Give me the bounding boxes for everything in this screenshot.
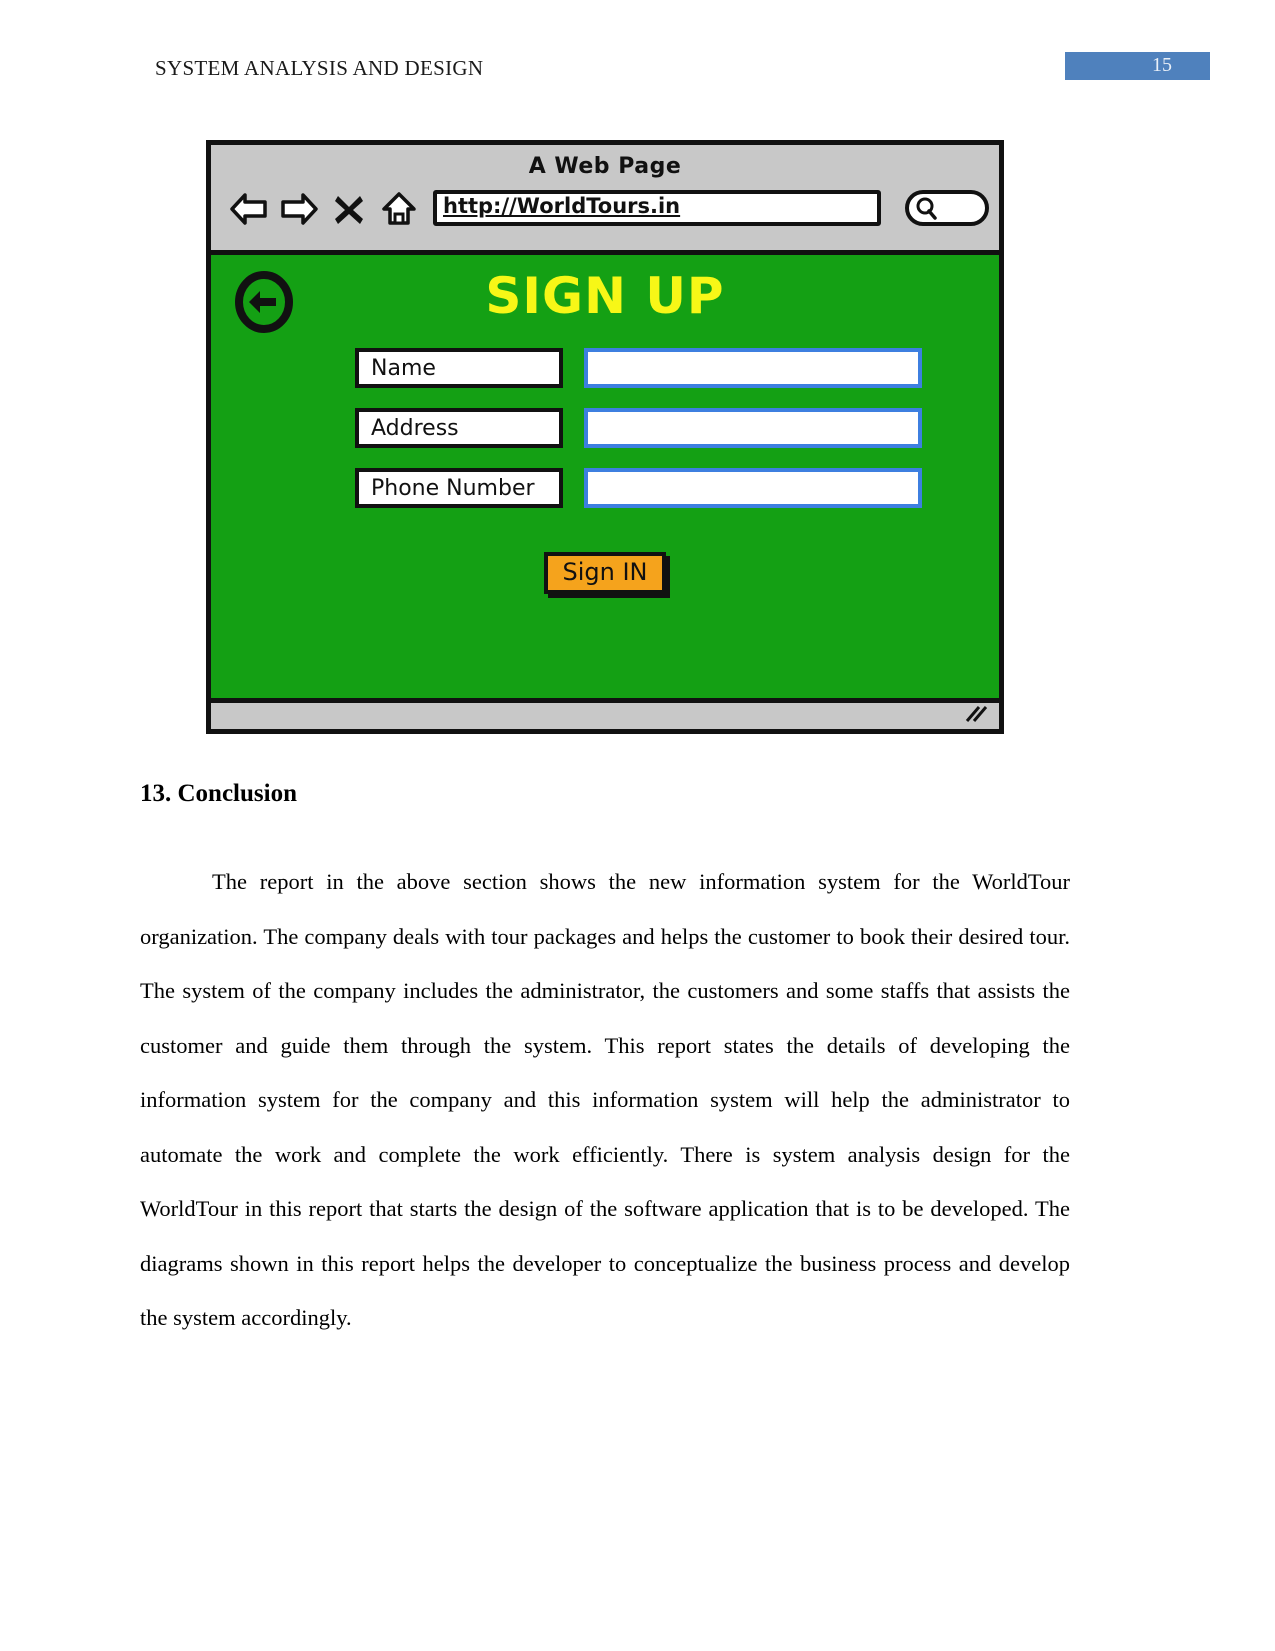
browser-statusbar [211, 703, 999, 729]
url-text: http://WorldTours.in [443, 194, 681, 218]
address-input[interactable] [584, 408, 922, 448]
page-number: 15 [1152, 54, 1172, 76]
form-row: Address [211, 408, 999, 448]
page-title: SIGN UP [485, 267, 725, 325]
search-input[interactable] [905, 190, 989, 226]
browser-viewport: SIGN UP Name Address Phone Number Sign I… [211, 250, 999, 703]
resize-grip-icon[interactable] [963, 705, 989, 730]
back-arrow-icon[interactable] [229, 189, 269, 229]
phone-number-label: Phone Number [355, 468, 563, 508]
name-label: Name [355, 348, 563, 388]
section-heading: 13. Conclusion [140, 780, 297, 807]
browser-window-title: A Web Page [528, 154, 682, 179]
url-bar[interactable]: http://WorldTours.in [433, 190, 881, 226]
close-x-icon[interactable] [329, 189, 369, 229]
name-input[interactable] [584, 348, 922, 388]
header-title: SYSTEM ANALYSIS AND DESIGN [155, 56, 484, 80]
address-label: Address [355, 408, 563, 448]
home-icon[interactable] [379, 189, 419, 229]
browser-wireframe-mockup: A Web Page http://WorldTours.in SIGN UP … [206, 140, 1004, 734]
signup-form: Name Address Phone Number [211, 348, 999, 528]
page-header: SYSTEM ANALYSIS AND DESIGN 15 [0, 52, 1275, 92]
forward-arrow-icon[interactable] [279, 189, 319, 229]
signin-button[interactable]: Sign IN [544, 552, 666, 594]
phone-number-input[interactable] [584, 468, 922, 508]
browser-chrome: A Web Page http://WorldTours.in [211, 145, 999, 250]
conclusion-paragraph: The report in the above section shows th… [140, 869, 1070, 1330]
form-row: Name [211, 348, 999, 388]
browser-toolbar [229, 189, 419, 229]
page-number-badge: 15 [1065, 52, 1210, 80]
form-row: Phone Number [211, 468, 999, 508]
magnifier-icon [913, 195, 939, 226]
signin-button-wrapper: Sign IN [211, 552, 999, 594]
